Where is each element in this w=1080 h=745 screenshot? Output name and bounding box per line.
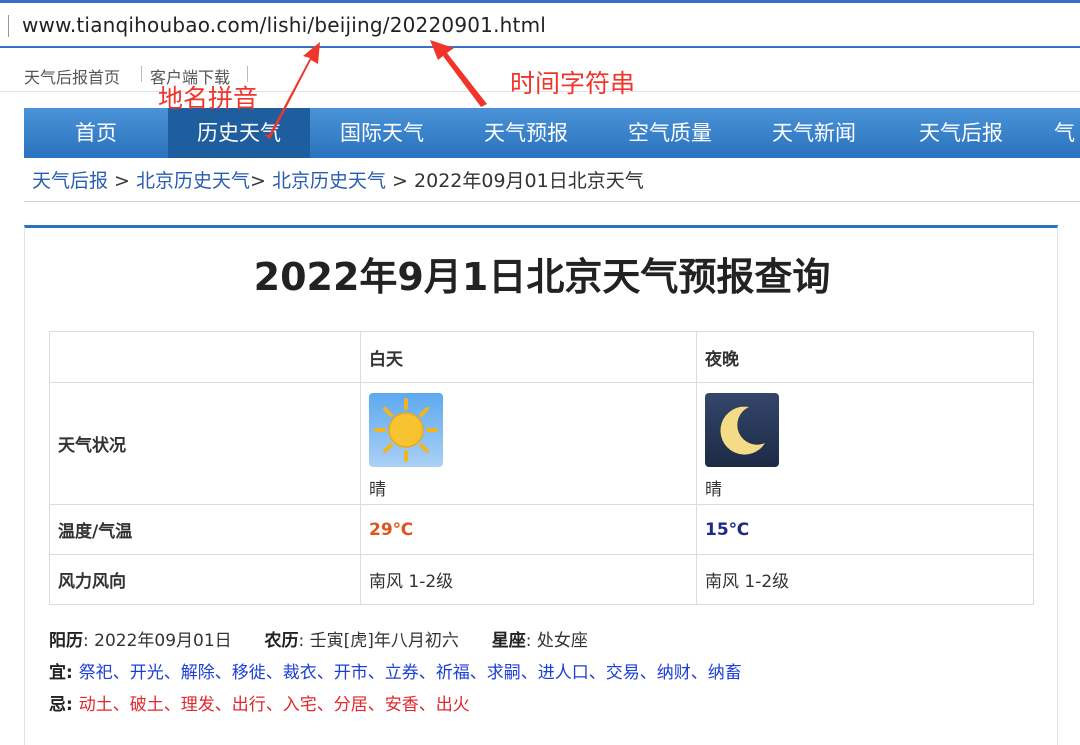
nav-item-history[interactable]: 历史天气 bbox=[168, 108, 310, 158]
ji-label: 忌 bbox=[49, 695, 66, 715]
yi-list[interactable]: 祭祀、开光、解除、移徙、裁衣、开市、立券、祈福、求嗣、进人口、交易、纳财、纳畜 bbox=[79, 663, 742, 683]
row-label-temperature: 温度/气温 bbox=[49, 504, 361, 555]
day-wind: 南风 1-2级 bbox=[360, 554, 697, 605]
breadcrumb-separator: > bbox=[250, 170, 272, 192]
solar-value: : 2022年09月01日 bbox=[83, 631, 232, 651]
breadcrumb-beijing-history[interactable]: 北京历史天气 bbox=[136, 170, 250, 192]
breadcrumb-home[interactable]: 天气后报 bbox=[32, 170, 108, 192]
table-row: 天气状况 晴 晴 bbox=[49, 382, 1034, 505]
nav-item-air-quality[interactable]: 空气质量 bbox=[598, 108, 742, 158]
table-row: 风力风向 南风 1-2级 南风 1-2级 bbox=[49, 554, 1034, 605]
auspicious-activities: 宜: 祭祀、开光、解除、移徙、裁衣、开市、立券、祈福、求嗣、进人口、交易、纳财、… bbox=[49, 663, 742, 683]
breadcrumb-beijing-history-2[interactable]: 北京历史天气 bbox=[272, 170, 386, 192]
weather-panel: 2022年9月1日北京天气预报查询 白天 夜晚 天气状况 晴 晴 温度/气温 2… bbox=[24, 225, 1058, 745]
lunar-value: : 壬寅[虎]年八月初六 bbox=[298, 631, 459, 651]
table-header-row: 白天 夜晚 bbox=[49, 331, 1034, 383]
annotation-timestring: 时间字符串 bbox=[510, 69, 636, 98]
crescent-moon-icon bbox=[705, 393, 779, 467]
lunar-label: 农历 bbox=[264, 631, 299, 651]
day-condition-text: 晴 bbox=[369, 480, 386, 500]
zodiac-label: 星座 bbox=[491, 631, 526, 651]
nav-item-tianqihoubao[interactable]: 天气后报 bbox=[886, 108, 1036, 158]
page-title: 2022年9月1日北京天气预报查询 bbox=[253, 255, 831, 299]
night-temperature: 15℃ bbox=[696, 504, 1034, 555]
text-caret bbox=[8, 15, 9, 37]
main-nav: 首页 历史天气 国际天气 天气预报 空气质量 天气新闻 天气后报 气 bbox=[24, 108, 1080, 158]
address-bar[interactable]: www.tianqihoubao.com/lishi/beijing/20220… bbox=[0, 0, 1080, 48]
breadcrumb: 天气后报 > 北京历史天气> 北京历史天气 > 2022年09月01日北京天气 bbox=[32, 166, 644, 193]
table-row: 温度/气温 29℃ 15℃ bbox=[49, 504, 1034, 555]
breadcrumb-current: > 2022年09月01日北京天气 bbox=[386, 170, 644, 192]
yi-label: 宜 bbox=[49, 663, 66, 683]
divider bbox=[141, 66, 142, 82]
column-header-night: 夜晚 bbox=[696, 331, 1034, 383]
night-condition-cell: 晴 bbox=[696, 382, 1034, 505]
row-label-condition: 天气状况 bbox=[49, 382, 361, 505]
column-header-day: 白天 bbox=[360, 331, 697, 383]
table-corner-cell bbox=[49, 331, 361, 383]
nav-item-partial[interactable]: 气 bbox=[1054, 108, 1080, 158]
night-condition-text: 晴 bbox=[705, 480, 722, 500]
url-text[interactable]: www.tianqihoubao.com/lishi/beijing/20220… bbox=[22, 13, 546, 37]
day-condition-cell: 晴 bbox=[360, 382, 697, 505]
sun-icon bbox=[369, 393, 443, 467]
toplink-home[interactable]: 天气后报首页 bbox=[24, 64, 120, 88]
row-label-wind: 风力风向 bbox=[49, 554, 361, 605]
nav-item-news[interactable]: 天气新闻 bbox=[742, 108, 886, 158]
weather-table: 白天 夜晚 天气状况 晴 晴 温度/气温 29℃ 15℃ 风力风向 南风 1-2… bbox=[49, 331, 1034, 605]
breadcrumb-separator: > bbox=[108, 170, 137, 192]
ji-list[interactable]: 动土、破土、理发、出行、入宅、分居、安香、出火 bbox=[79, 695, 470, 715]
solar-label: 阳历 bbox=[49, 631, 83, 651]
nav-item-international[interactable]: 国际天气 bbox=[310, 108, 454, 158]
night-wind: 南风 1-2级 bbox=[696, 554, 1034, 605]
inauspicious-activities: 忌: 动土、破土、理发、出行、入宅、分居、安香、出火 bbox=[49, 695, 470, 715]
day-temperature: 29℃ bbox=[360, 504, 697, 555]
divider bbox=[24, 201, 1080, 202]
zodiac-value: : 处女座 bbox=[525, 631, 588, 651]
calendar-info: 阳历: 2022年09月01日 农历: 壬寅[虎]年八月初六 星座: 处女座 bbox=[49, 626, 588, 651]
annotation-pinyin: 地名拼音 bbox=[158, 84, 259, 113]
nav-item-forecast[interactable]: 天气预报 bbox=[454, 108, 598, 158]
nav-item-home[interactable]: 首页 bbox=[24, 108, 168, 158]
